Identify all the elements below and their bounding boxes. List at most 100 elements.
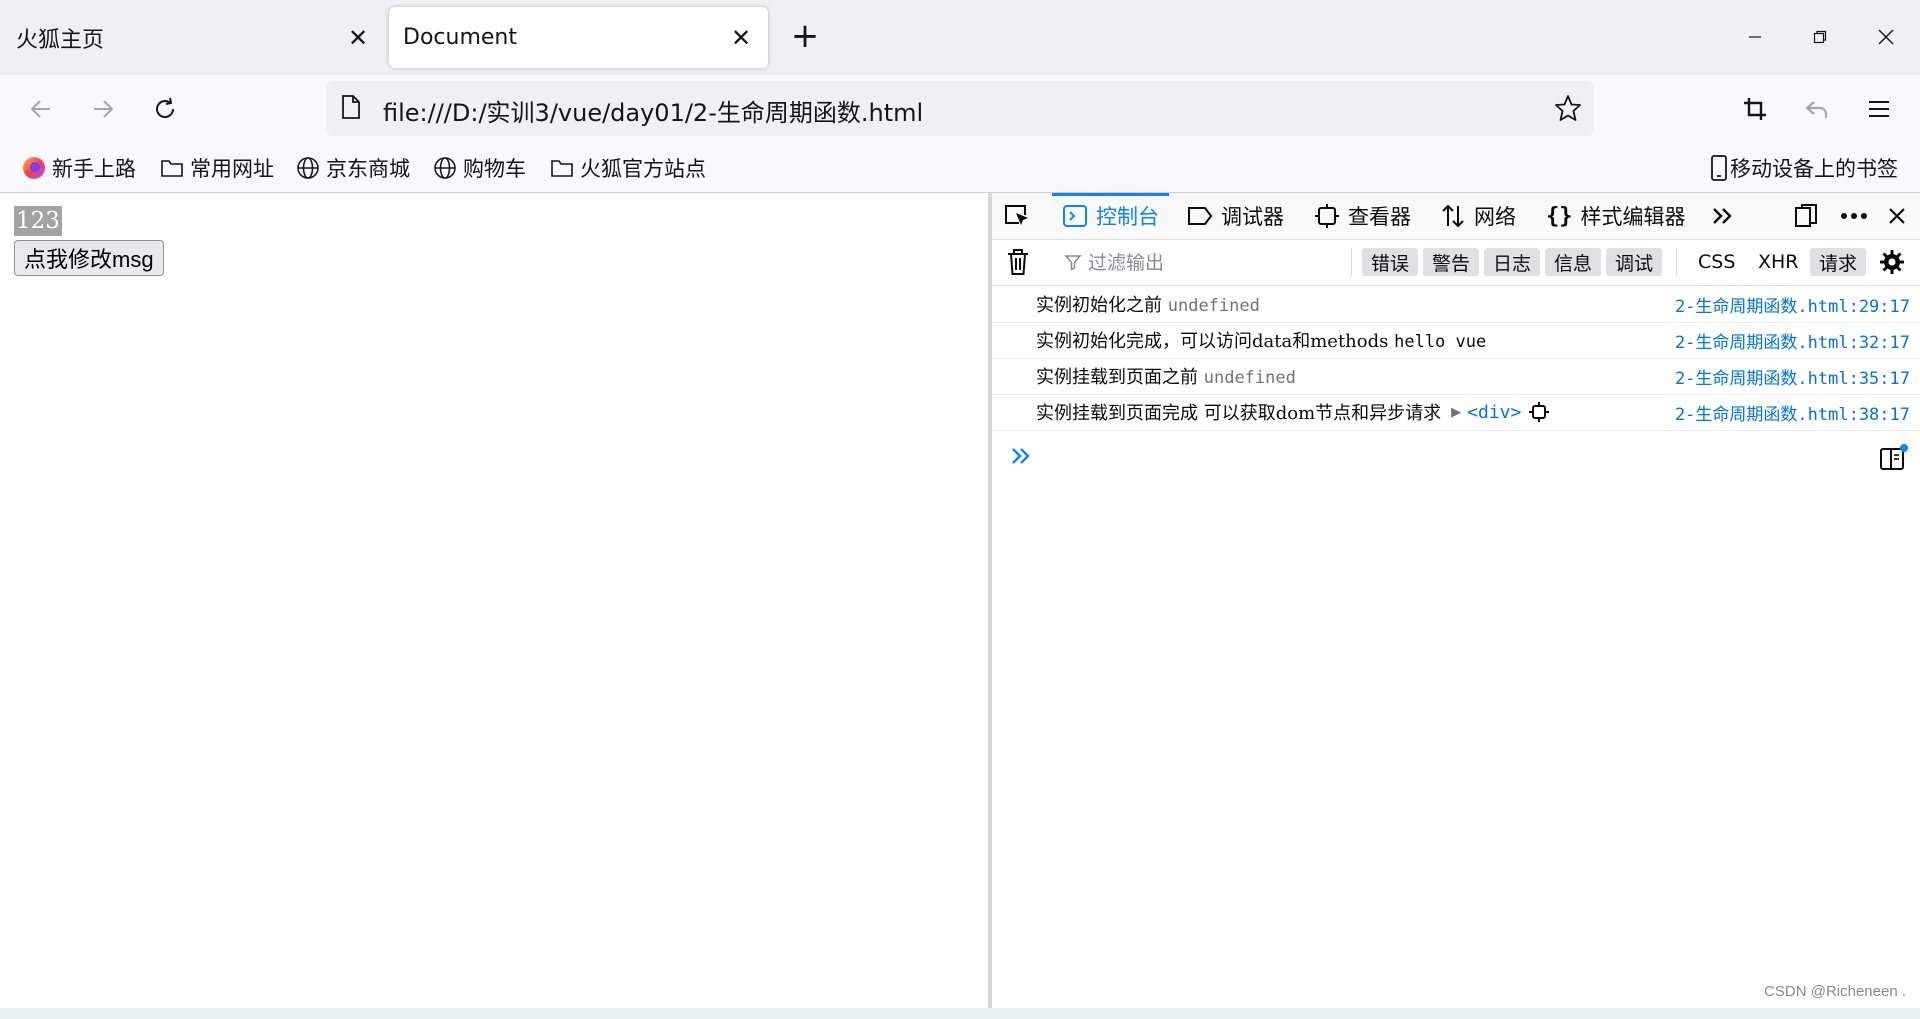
inspector-icon — [1314, 203, 1340, 229]
filter-debug-button[interactable]: 调试 — [1606, 248, 1663, 276]
more-tools-chevron-icon[interactable] — [1706, 202, 1738, 230]
firefox-icon — [22, 156, 46, 180]
bookmark-item[interactable]: 购物车 — [433, 152, 526, 184]
page-content: 123 点我修改msg — [0, 193, 988, 1008]
filter-warnings-button[interactable]: 警告 — [1423, 248, 1480, 276]
console-log-row: 实例初始化之前 undefined 2-生命周期函数.html:29:17 — [992, 286, 1920, 323]
style-editor-icon: {} — [1546, 203, 1573, 229]
close-icon[interactable] — [1881, 202, 1913, 230]
tab-label: 查看器 — [1348, 205, 1411, 229]
bottom-strip — [0, 1008, 1920, 1019]
bookmark-label: 火狐官方站点 — [580, 157, 706, 181]
watermark: CSDN @Richeneen . — [1764, 983, 1906, 1000]
folder-icon — [160, 157, 184, 179]
console-sidebar-toggle-icon[interactable] — [1878, 443, 1908, 473]
tab-label: 样式编辑器 — [1580, 205, 1686, 229]
console-log-row: 实例挂载到页面之前 undefined 2-生命周期函数.html:35:17 — [992, 358, 1920, 395]
url-bar[interactable]: file:///D:/实训3/vue/day01/2-生命周期函数.html — [326, 81, 1594, 136]
debugger-icon — [1187, 205, 1213, 227]
forward-arrow-icon[interactable] — [81, 89, 125, 129]
tab-label: 控制台 — [1096, 205, 1159, 229]
bookmark-label: 常用网址 — [190, 157, 274, 181]
filter-info-button[interactable]: 信息 — [1545, 248, 1602, 276]
change-msg-button[interactable]: 点我修改msg — [14, 240, 164, 276]
select-node-target-icon[interactable] — [1529, 402, 1550, 422]
plus-icon[interactable]: + — [785, 16, 825, 56]
bookmark-item[interactable]: 京东商城 — [296, 152, 410, 184]
tab-document[interactable]: Document ✕ — [389, 7, 768, 68]
filter-errors-button[interactable]: 错误 — [1362, 248, 1419, 276]
star-icon[interactable] — [1554, 94, 1582, 126]
log-message: 实例挂载到页面完成 可以获取dom节点和异步请求 — [1036, 403, 1442, 424]
log-value: undefined — [1167, 296, 1260, 316]
url-text[interactable]: file:///D:/实训3/vue/day01/2-生命周期函数.html — [383, 93, 923, 128]
log-source-link[interactable]: 2-生命周期函数.html:32:17 — [1675, 328, 1910, 353]
close-icon[interactable] — [1866, 20, 1906, 54]
more-options-icon[interactable] — [1838, 202, 1870, 230]
tab-strip: 火狐主页 ✕ Document ✕ + — [0, 0, 1920, 75]
bookmark-item[interactable]: 常用网址 — [160, 152, 274, 184]
tab-debugger[interactable]: 调试器 — [1187, 193, 1284, 239]
devtools-panel: 控制台 调试器 查看器 网络 {} 样式编辑器 过滤输出 错误 警告 日志 信息… — [992, 193, 1920, 1008]
crop-icon[interactable] — [1733, 89, 1777, 129]
console-log-row: 实例挂载到页面完成 可以获取dom节点和异步请求 ▶ <div> 2-生命周期函… — [992, 394, 1920, 431]
undo-icon[interactable] — [1795, 89, 1839, 129]
filter-placeholder: 过滤输出 — [1088, 252, 1165, 274]
globe-icon — [296, 156, 320, 180]
log-message: 实例初始化完成，可以访问data和methods — [1036, 331, 1389, 352]
filter-xhr-button[interactable]: XHR — [1749, 248, 1808, 276]
minimize-icon[interactable] — [1735, 20, 1775, 54]
filter-css-button[interactable]: CSS — [1689, 248, 1744, 276]
bookmark-item[interactable]: 新手上路 — [22, 152, 136, 184]
restore-icon[interactable] — [1800, 20, 1840, 54]
network-icon — [1440, 203, 1466, 229]
filter-output-input[interactable]: 过滤输出 — [1064, 248, 1164, 275]
mobile-bookmarks[interactable]: 移动设备上的书签 — [1710, 152, 1898, 184]
dock-toggle-icon[interactable] — [1790, 202, 1822, 230]
close-icon[interactable]: ✕ — [343, 24, 373, 52]
bookmarks-toolbar: 新手上路 常用网址 京东商城 购物车 火狐官方站点 移动设备上的书签 — [0, 144, 1920, 193]
element-picker-icon[interactable] — [1001, 202, 1033, 230]
log-source-link[interactable]: 2-生命周期函数.html:35:17 — [1675, 364, 1910, 389]
folder-icon — [550, 157, 574, 179]
console-prompt-chevron-icon[interactable] — [1010, 443, 1032, 473]
bookmark-label: 新手上路 — [52, 157, 136, 181]
expand-triangle-icon[interactable]: ▶ — [1451, 405, 1461, 420]
menu-icon[interactable] — [1857, 89, 1901, 129]
console-filter-bar: 过滤输出 错误 警告 日志 信息 调试 CSS XHR 请求 — [992, 240, 1920, 286]
reload-icon[interactable] — [143, 89, 187, 129]
globe-icon — [433, 156, 457, 180]
bookmark-label: 京东商城 — [326, 157, 410, 181]
tab-console[interactable]: 控制台 — [1052, 193, 1169, 239]
console-log-row: 实例初始化完成，可以访问data和methods hello vue 2-生命周… — [992, 322, 1920, 359]
tab-firefox-home[interactable]: 火狐主页 ✕ — [0, 0, 385, 75]
log-source-link[interactable]: 2-生命周期函数.html:38:17 — [1675, 400, 1910, 425]
back-arrow-icon[interactable] — [19, 89, 63, 129]
console-icon — [1062, 204, 1088, 228]
console-settings-gear-icon[interactable] — [1876, 248, 1908, 276]
tab-label: 网络 — [1474, 205, 1516, 229]
bookmark-item[interactable]: 火狐官方站点 — [550, 152, 706, 184]
bookmark-label: 购物车 — [463, 157, 526, 181]
filter-requests-button[interactable]: 请求 — [1810, 248, 1867, 276]
mobile-bookmarks-label: 移动设备上的书签 — [1730, 157, 1898, 181]
filter-funnel-icon — [1064, 253, 1082, 271]
trash-icon[interactable] — [1002, 248, 1034, 276]
tab-style-editor[interactable]: {} 样式编辑器 — [1546, 193, 1686, 239]
filter-logs-button[interactable]: 日志 — [1484, 248, 1541, 276]
close-icon[interactable]: ✕ — [726, 24, 756, 52]
log-value: undefined — [1203, 368, 1296, 388]
divider — [1351, 248, 1352, 276]
log-source-link[interactable]: 2-生命周期函数.html:29:17 — [1675, 292, 1910, 317]
tab-inspector[interactable]: 查看器 — [1314, 193, 1411, 239]
msg-text: 123 — [14, 206, 62, 236]
page-icon — [340, 94, 362, 124]
dom-node-value[interactable]: <div> — [1467, 402, 1521, 423]
log-message: 实例初始化之前 — [1036, 295, 1162, 316]
tab-network[interactable]: 网络 — [1440, 193, 1516, 239]
log-message: 实例挂载到页面之前 — [1036, 367, 1198, 388]
divider — [1676, 248, 1677, 276]
mobile-device-icon — [1710, 155, 1728, 181]
devtools-toolbar: 控制台 调试器 查看器 网络 {} 样式编辑器 — [992, 193, 1920, 240]
tab-label: 调试器 — [1221, 205, 1284, 229]
